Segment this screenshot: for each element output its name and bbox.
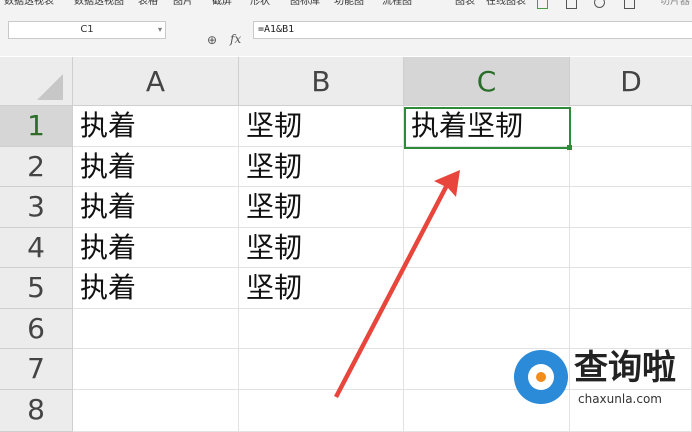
cell-d1[interactable] (570, 106, 692, 147)
cell-c5[interactable] (404, 268, 570, 309)
cell-d5[interactable] (570, 268, 692, 309)
cell-c6[interactable] (404, 309, 570, 349)
formula-input[interactable]: =A1&B1 (253, 21, 692, 39)
row-header-4[interactable]: 4 (0, 228, 73, 268)
cell-a4[interactable]: 执着 (73, 228, 239, 268)
toolbar-item-pivot-chart[interactable]: 数据透视图 (74, 0, 124, 8)
toolbar-item-pivot-table[interactable]: 数据透视表 (4, 0, 54, 8)
toolbar-item-chart[interactable]: 图表 (455, 0, 475, 8)
cell-a2[interactable]: 执着 (73, 147, 239, 187)
fx-icon[interactable]: fx (230, 32, 241, 46)
cell-c1[interactable]: 执着坚韧 (404, 106, 570, 147)
toolbar-item-icon-library[interactable]: 图标库 (290, 0, 320, 8)
row-header-6[interactable]: 6 (0, 309, 73, 349)
name-box[interactable]: C1 ▾ (8, 21, 166, 39)
ribbon-toolbar: 数据透视表 数据透视图 表格 图片 截屏 形状 图标库 功能图 流程图 图表 在… (0, 0, 692, 11)
toolbar-item-function-chart[interactable]: 功能图 (334, 0, 364, 8)
row-header-7[interactable]: 7 (0, 349, 73, 390)
name-box-value: C1 (80, 24, 94, 35)
toolbar-item-screenshot[interactable]: 截屏 (212, 0, 232, 8)
select-all-corner[interactable] (0, 57, 73, 106)
cell-d4[interactable] (570, 228, 692, 268)
bar-sparkline-icon[interactable] (566, 0, 577, 9)
toolbar-item-slicer[interactable]: 切片器 (660, 0, 690, 8)
cell-b4[interactable]: 坚韧 (239, 228, 404, 268)
chevron-down-icon[interactable]: ▾ (158, 22, 162, 38)
column-header-a[interactable]: A (73, 57, 239, 106)
winloss-icon[interactable] (624, 0, 635, 9)
cell-a7[interactable] (73, 349, 239, 390)
row-header-3[interactable]: 3 (0, 187, 73, 228)
cell-d6[interactable] (570, 309, 692, 349)
cell-a1[interactable]: 执着 (73, 106, 239, 147)
column-header-b[interactable]: B (239, 57, 404, 106)
magnifier-icon[interactable]: ⊕ (207, 33, 217, 47)
toolbar-item-picture[interactable]: 图片 (173, 0, 193, 8)
cell-a5[interactable]: 执着 (73, 268, 239, 309)
watermark-logo-icon (514, 350, 568, 404)
cell-a8[interactable] (73, 390, 239, 432)
sparkline-icon[interactable] (537, 0, 548, 9)
watermark-title: 查询啦 (574, 348, 676, 388)
cell-b1[interactable]: 坚韧 (239, 106, 404, 147)
row-header-5[interactable]: 5 (0, 268, 73, 309)
row-header-1[interactable]: 1 (0, 106, 73, 147)
cell-c3[interactable] (404, 187, 570, 228)
fill-handle[interactable] (567, 145, 572, 150)
toolbar-item-shape[interactable]: 形状 (250, 0, 270, 8)
cell-b6[interactable] (239, 309, 404, 349)
row-header-8[interactable]: 8 (0, 390, 73, 432)
column-header-c[interactable]: C (404, 57, 570, 106)
cell-d2[interactable] (570, 147, 692, 187)
cell-b8[interactable] (239, 390, 404, 432)
toolbar-item-table[interactable]: 表格 (138, 0, 158, 8)
cell-b2[interactable]: 坚韧 (239, 147, 404, 187)
cell-c2[interactable] (404, 147, 570, 187)
cell-d3[interactable] (570, 187, 692, 228)
watermark: 查询啦 chaxunla.com (514, 346, 692, 412)
shape-circle-icon[interactable] (594, 0, 605, 8)
row-header-2[interactable]: 2 (0, 147, 73, 187)
cell-a6[interactable] (73, 309, 239, 349)
column-header-d[interactable]: D (570, 57, 692, 106)
toolbar-item-flowchart[interactable]: 流程图 (382, 0, 412, 8)
cell-b5[interactable]: 坚韧 (239, 268, 404, 309)
cell-b7[interactable] (239, 349, 404, 390)
toolbar-item-online-chart[interactable]: 在线图表 (486, 0, 526, 8)
watermark-url: chaxunla.com (578, 392, 662, 406)
cell-b3[interactable]: 坚韧 (239, 187, 404, 228)
cell-c4[interactable] (404, 228, 570, 268)
cell-a3[interactable]: 执着 (73, 187, 239, 228)
